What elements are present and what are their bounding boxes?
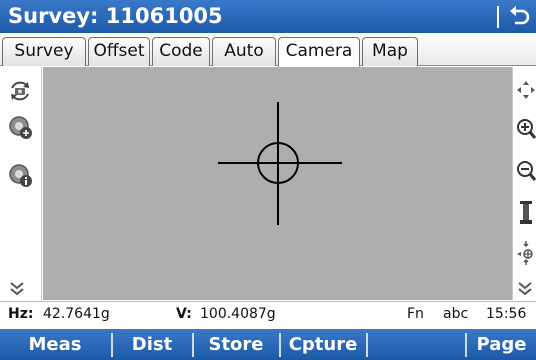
tab-auto[interactable]: Auto xyxy=(212,37,276,66)
zoom-in-icon[interactable] xyxy=(514,117,536,141)
right-toolbar xyxy=(512,67,536,300)
tab-code[interactable]: Code xyxy=(152,37,210,66)
tab-bar: Survey Offset Code Auto Camera Map xyxy=(0,33,536,67)
camera-info-icon[interactable] xyxy=(8,163,34,189)
pan-icon[interactable] xyxy=(515,79,536,101)
height-icon[interactable] xyxy=(517,199,535,227)
meas-button[interactable]: Meas xyxy=(0,329,110,360)
center-target-icon[interactable] xyxy=(515,239,536,267)
window-title: Survey: 11061005 xyxy=(8,4,223,28)
v-value: 100.4087g xyxy=(200,306,276,322)
camera-view[interactable] xyxy=(43,67,512,300)
dist-button[interactable]: Dist xyxy=(113,329,191,360)
empty-softkey[interactable] xyxy=(368,329,464,360)
clock: 15:56 xyxy=(486,306,527,322)
title-separator xyxy=(497,6,499,28)
camera-switch-icon[interactable] xyxy=(6,77,34,105)
back-icon[interactable] xyxy=(505,3,533,31)
tab-survey[interactable]: Survey xyxy=(2,37,86,66)
status-line: Hz: 42.7641g V: 100.4087g Fn abc 15:56 xyxy=(0,301,536,328)
tab-camera[interactable]: Camera xyxy=(278,37,360,67)
left-toolbar xyxy=(0,67,42,300)
camera-settings-icon[interactable] xyxy=(8,115,34,141)
capture-button[interactable]: Cpture xyxy=(281,329,365,360)
hz-label: Hz: xyxy=(8,306,34,322)
fn-indicator: Fn xyxy=(407,306,424,322)
hz-value: 42.7641g xyxy=(43,306,110,322)
scroll-down-icon[interactable] xyxy=(517,281,533,297)
input-mode-indicator: abc xyxy=(443,306,469,322)
tab-map[interactable]: Map xyxy=(362,37,418,66)
crosshair-icon xyxy=(218,102,342,225)
title-bar: Survey: 11061005 xyxy=(0,0,536,33)
store-button[interactable]: Store xyxy=(194,329,278,360)
scroll-down-icon[interactable] xyxy=(8,281,26,297)
v-label: V: xyxy=(176,306,192,322)
softkey-bar: Meas Dist Store Cpture Page xyxy=(0,329,536,360)
tab-offset[interactable]: Offset xyxy=(88,37,150,66)
zoom-out-icon[interactable] xyxy=(514,159,536,183)
page-button[interactable]: Page xyxy=(467,329,536,360)
